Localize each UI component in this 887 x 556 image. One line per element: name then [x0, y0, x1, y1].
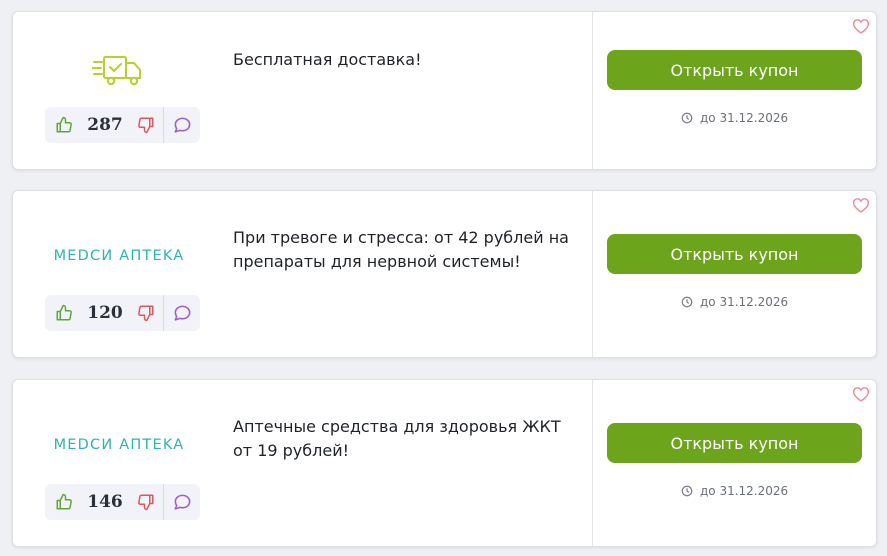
expiry-info: до 31.12.2026: [681, 111, 788, 125]
coupon-card: MEDCИ AПTEKA 120 При тревоге и стресса: …: [12, 190, 877, 358]
thumbs-up-icon: [56, 493, 72, 510]
expiry-info: до 31.12.2026: [681, 484, 788, 498]
brand-logo-text: MEDCИ AПTEKA: [53, 437, 185, 453]
thumbs-up-icon: [56, 304, 72, 321]
thumbs-down-icon: [138, 117, 154, 134]
vote-count: 287: [87, 115, 123, 135]
comment-icon: [174, 305, 190, 321]
comment-button[interactable]: [164, 295, 200, 331]
coupon-title: Аптечные средства для здоровья ЖКТ от 19…: [233, 417, 561, 460]
like-button[interactable]: [47, 484, 81, 520]
coupon-title: Бесплатная доставка!: [233, 50, 422, 69]
thumbs-up-icon: [56, 116, 72, 133]
open-coupon-button[interactable]: Открыть купон: [607, 234, 862, 274]
thumbs-down-icon: [138, 494, 154, 511]
clock-icon: [681, 112, 693, 124]
comment-icon: [174, 494, 190, 510]
expiry-date: до 31.12.2026: [700, 295, 789, 309]
coupon-logo: [37, 48, 201, 94]
coupon-card: 287 Бесплатная доставка! Открыть купон д…: [12, 11, 877, 170]
favorite-button[interactable]: [852, 197, 870, 213]
favorite-button[interactable]: [852, 18, 870, 34]
open-coupon-button[interactable]: Открыть купон: [607, 423, 862, 463]
coupon-title: При тревоге и стресса: от 42 рублей на п…: [233, 228, 569, 271]
favorite-button[interactable]: [852, 386, 870, 402]
expiry-info: до 31.12.2026: [681, 295, 788, 309]
thumbs-down-icon: [138, 305, 154, 322]
vote-count: 146: [87, 492, 123, 512]
delivery-truck-icon: [92, 56, 141, 86]
expiry-date: до 31.12.2026: [700, 484, 789, 498]
card-divider: [592, 191, 593, 357]
dislike-button[interactable]: [129, 295, 164, 331]
comment-button[interactable]: [164, 484, 200, 520]
vote-box: 146: [45, 484, 200, 520]
vote-count: 120: [87, 303, 123, 323]
coupon-logo: MEDCИ AПTEKA: [37, 241, 201, 271]
comment-button[interactable]: [164, 107, 200, 143]
vote-box: 120: [45, 295, 200, 331]
card-divider: [592, 380, 593, 546]
coupon-card: MEDCИ AПTEKA 146 Аптечные средства для з…: [12, 379, 877, 547]
comment-icon: [174, 117, 190, 133]
card-divider: [592, 12, 593, 169]
clock-icon: [681, 296, 693, 308]
dislike-button[interactable]: [129, 107, 164, 143]
clock-icon: [681, 485, 693, 497]
like-button[interactable]: [47, 107, 81, 143]
brand-logo-text: MEDCИ AПTEKA: [53, 248, 185, 264]
open-coupon-button[interactable]: Открыть купон: [607, 50, 862, 90]
dislike-button[interactable]: [129, 484, 164, 520]
coupon-logo: MEDCИ AПTEKA: [37, 430, 201, 460]
expiry-date: до 31.12.2026: [700, 111, 789, 125]
vote-box: 287: [45, 107, 200, 143]
like-button[interactable]: [47, 295, 81, 331]
